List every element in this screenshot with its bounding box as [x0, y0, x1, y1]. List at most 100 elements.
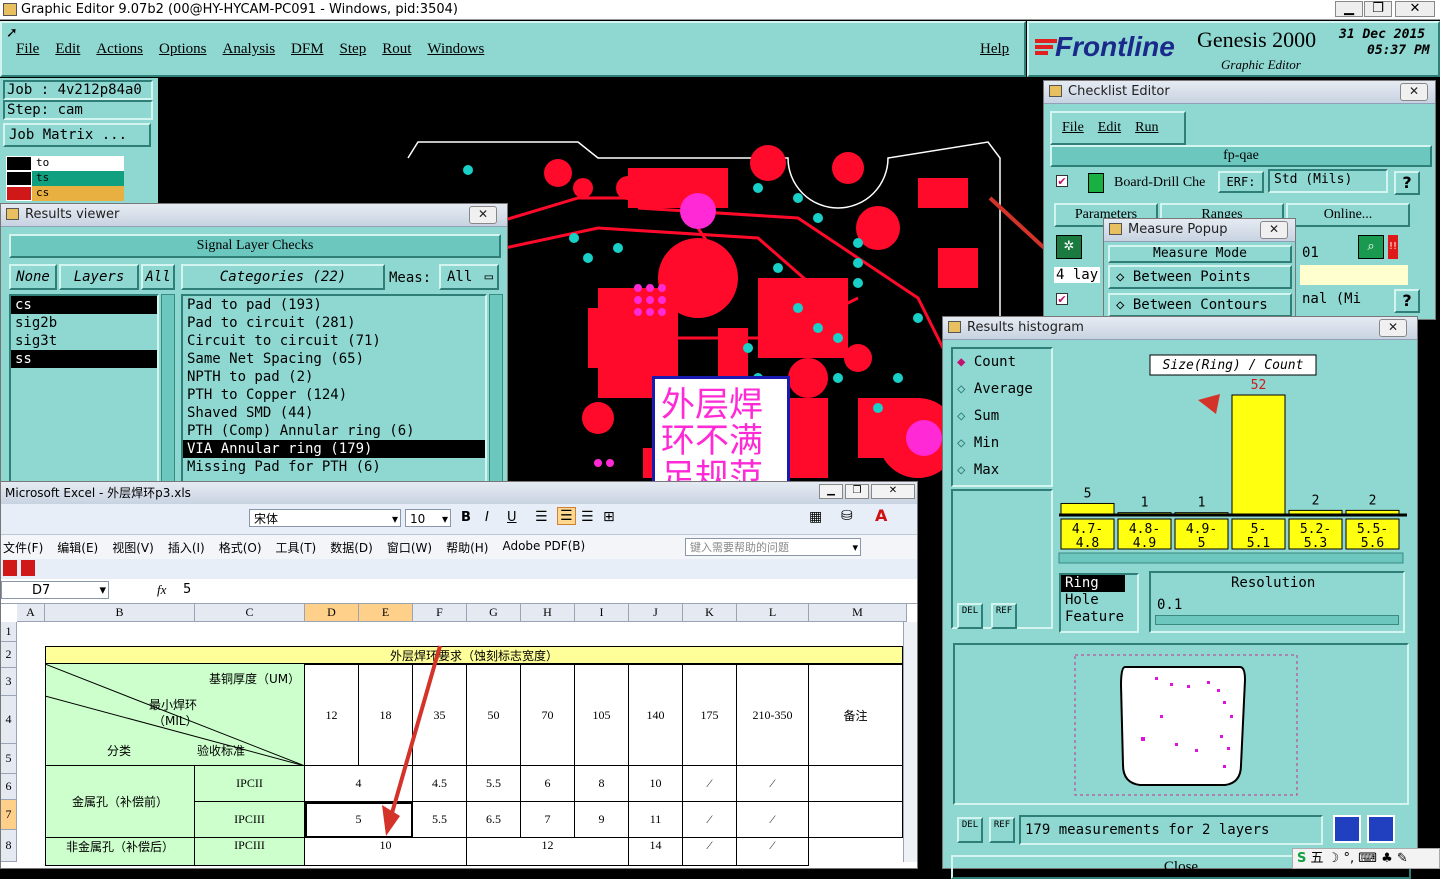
borders-icon[interactable]: ▦	[809, 509, 822, 525]
result-category-item[interactable]: PTH to Copper (124)	[183, 386, 485, 404]
data-cell[interactable]: 8	[575, 766, 629, 802]
layer-list-item[interactable]: sig3t	[11, 332, 157, 350]
column-header[interactable]: E	[359, 604, 413, 622]
column-header[interactable]: G	[467, 604, 521, 622]
menu-item-options[interactable]: Options	[159, 41, 207, 58]
excel-close[interactable]: ✕	[871, 484, 915, 499]
resolution-slider[interactable]	[1155, 615, 1399, 625]
histogram-mode-sum[interactable]: ◇ Sum	[953, 403, 1051, 430]
scrollbar[interactable]	[903, 622, 917, 862]
note-cell[interactable]	[809, 766, 903, 802]
excel-menu-item[interactable]: 格式(O)	[219, 539, 262, 556]
print-icon[interactable]	[1367, 815, 1395, 843]
result-category-item[interactable]: PTH (Comp) Annular ring (6)	[183, 422, 485, 440]
data-cell[interactable]: 5.5	[467, 766, 521, 802]
property-ring[interactable]: Ring	[1061, 575, 1125, 592]
result-category-item[interactable]: Circuit to circuit (71)	[183, 332, 485, 350]
note-header[interactable]: 备注	[809, 664, 903, 766]
excel-menu-item[interactable]: 帮助(H)	[446, 539, 488, 556]
underline-button[interactable]: U	[507, 510, 517, 525]
data-cell[interactable]: 11	[629, 802, 683, 838]
pdf-icon[interactable]	[21, 560, 35, 576]
note-cell[interactable]	[809, 802, 903, 838]
excel-minimize[interactable]: ▁	[819, 484, 843, 499]
property-hole[interactable]: Hole	[1061, 592, 1137, 609]
data-cell[interactable]: 10	[305, 838, 467, 866]
close-button[interactable]: ✕	[1395, 1, 1435, 17]
layer-scrollbar[interactable]	[161, 294, 175, 489]
excel-menu-item[interactable]: 视图(V)	[112, 539, 154, 556]
checkbox[interactable]: ✔	[1056, 293, 1068, 305]
font-select[interactable]: 宋体 ▾	[249, 509, 401, 527]
meas-select[interactable]: All ▭	[439, 264, 499, 290]
layers-button[interactable]: Layers	[59, 264, 139, 290]
run-icon[interactable]: ✲	[1056, 235, 1082, 259]
pdf-icon[interactable]	[3, 560, 17, 576]
layer-item[interactable]: cs	[32, 186, 124, 201]
column-header[interactable]: H	[521, 604, 575, 622]
thickness-cell[interactable]: 175	[683, 664, 737, 766]
categories-button[interactable]: Categories (22)	[181, 264, 385, 290]
none-button[interactable]: None	[9, 264, 57, 290]
data-cell[interactable]: 7	[521, 802, 575, 838]
thickness-cell[interactable]: 50	[467, 664, 521, 766]
column-header[interactable]: M	[809, 604, 907, 622]
excel-menu-item[interactable]: 数据(D)	[330, 539, 373, 556]
merge-icon[interactable]: ⊞	[603, 509, 615, 525]
del-button[interactable]: DEL	[957, 817, 983, 843]
del-button[interactable]: DEL	[957, 603, 983, 629]
help-search-box[interactable]: 键入需要帮助的问题 ▾	[685, 538, 861, 556]
export-icon[interactable]	[1333, 815, 1361, 843]
data-cell[interactable]: 6	[521, 766, 575, 802]
excel-menu-item[interactable]: 插入(I)	[168, 539, 205, 556]
minimize-button[interactable]: ▁	[1335, 1, 1363, 17]
job-matrix-button[interactable]: Job Matrix ...	[3, 123, 151, 147]
checkbox[interactable]: ✔	[1056, 175, 1068, 187]
help-menu[interactable]: Help	[980, 41, 1009, 58]
layer-item[interactable]: ts	[32, 171, 124, 186]
data-cell[interactable]: ⁄	[683, 802, 737, 838]
checklist-menu-file[interactable]: File	[1062, 120, 1084, 136]
close-icon[interactable]: ✕	[1260, 221, 1288, 239]
close-icon[interactable]: ✕	[1379, 319, 1407, 337]
layer-preview[interactable]	[953, 643, 1409, 805]
ime-mode[interactable]: 五	[1311, 851, 1324, 866]
align-center-icon[interactable]: ☰	[557, 507, 576, 525]
bold-button[interactable]: B	[461, 510, 471, 525]
all-button[interactable]: All	[141, 264, 175, 290]
result-category-item[interactable]: Shaved SMD (44)	[183, 404, 485, 422]
data-cell[interactable]: ⁄	[737, 766, 809, 802]
help-button[interactable]: ?	[1394, 289, 1420, 313]
column-header[interactable]: F	[413, 604, 467, 622]
property-feature[interactable]: Feature	[1061, 609, 1137, 626]
align-right-icon[interactable]: ☰	[581, 509, 594, 525]
menu-item-edit[interactable]: Edit	[55, 41, 80, 58]
thickness-cell[interactable]: 70	[521, 664, 575, 766]
result-category-item[interactable]: VIA Annular ring (179)	[183, 440, 485, 458]
layer-listbox[interactable]: cs sig2b sig3t ss	[9, 294, 159, 489]
column-header[interactable]: A	[17, 604, 45, 622]
row-header[interactable]: 7	[1, 800, 17, 830]
excel-menu-item[interactable]: Adobe PDF(B)	[502, 539, 585, 556]
column-header[interactable]: J	[629, 604, 683, 622]
histogram-mode-max[interactable]: ◇ Max	[953, 457, 1051, 484]
data-cell[interactable]: 12	[467, 838, 629, 866]
ref-button[interactable]: REF	[989, 817, 1015, 843]
result-category-item[interactable]: Missing Pad for PTH (6)	[183, 458, 485, 476]
sheet-grid[interactable]: A B C D E F G H I J K L M 1 2 3 4 5 6 7 8 外层焊环要求（蚀刻标志宽度） 基铜厚度（…	[1, 604, 917, 866]
font-size-select[interactable]: 10 ▾	[405, 509, 451, 527]
histogram-mode-min[interactable]: ◇ Min	[953, 430, 1051, 457]
layer-item[interactable]: to	[32, 156, 124, 171]
histogram-scrollbar[interactable]	[1058, 552, 1404, 564]
between-points-option[interactable]: ◇ Between Points	[1108, 265, 1292, 289]
units-field[interactable]: Std (Mils)	[1268, 169, 1388, 193]
column-header[interactable]: B	[45, 604, 195, 622]
ime-icon[interactable]: S	[1297, 851, 1306, 866]
align-left-icon[interactable]: ☰	[535, 509, 548, 525]
checklist-menu-edit[interactable]: Edit	[1098, 120, 1121, 136]
column-header[interactable]: C	[195, 604, 305, 622]
checklist-menu-run[interactable]: Run	[1135, 120, 1158, 136]
excel-menu-item[interactable]: 窗口(W)	[387, 539, 432, 556]
data-cell[interactable]: ⁄	[683, 838, 737, 866]
column-header[interactable]: L	[737, 604, 809, 622]
